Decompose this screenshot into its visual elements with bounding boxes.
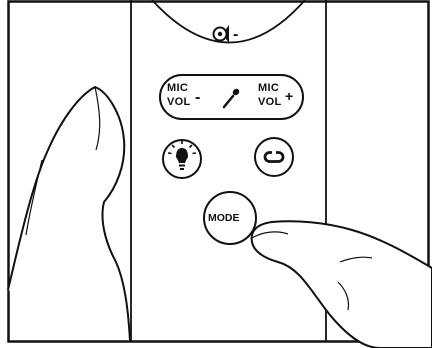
remote-illustration: - MIC VOL - MIC VOL + MODE	[0, 0, 432, 348]
light-bulb-icon	[167, 141, 197, 170]
mic-plus-sign: +	[285, 88, 294, 104]
mic-plus-line1: MIC	[258, 82, 280, 94]
mic-minus-sign: -	[195, 89, 201, 106]
loop-icon	[263, 150, 285, 163]
volume-minus-label: -	[233, 26, 239, 43]
illustration-canvas	[7, 0, 432, 348]
mode-label: MODE	[208, 212, 240, 224]
loop-button	[254, 137, 294, 177]
mic-plus-line2: VOL	[258, 96, 282, 108]
right-hand	[250, 220, 432, 348]
mic-minus-line2: VOL	[167, 96, 191, 108]
microphone-icon	[222, 88, 240, 109]
left-hand	[7, 85, 131, 342]
mic-minus-line1: MIC	[167, 82, 189, 94]
